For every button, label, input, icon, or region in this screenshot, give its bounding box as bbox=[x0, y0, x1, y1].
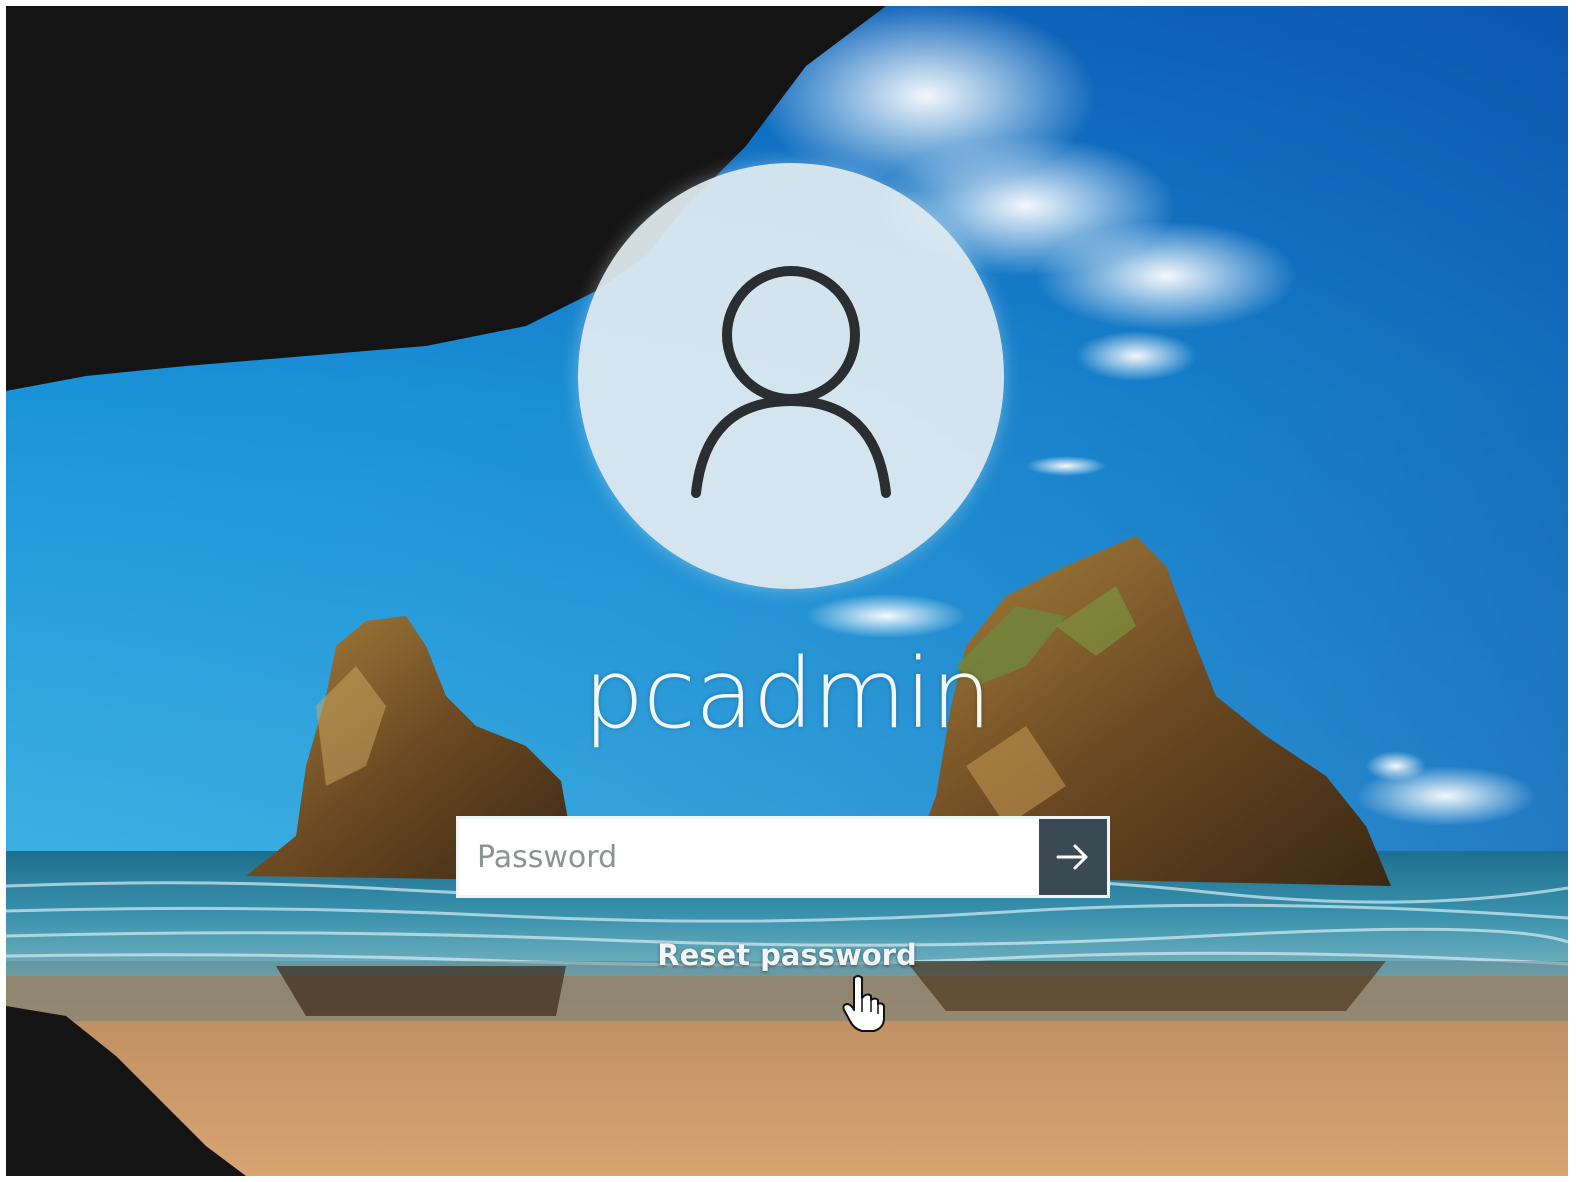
user-avatar bbox=[578, 163, 1004, 589]
lock-screen: pcadmin Reset password bbox=[6, 6, 1568, 1176]
password-field-container bbox=[456, 816, 1110, 898]
reset-password-link[interactable]: Reset password bbox=[6, 938, 1568, 972]
password-input[interactable] bbox=[459, 819, 1039, 895]
submit-button[interactable] bbox=[1039, 819, 1107, 895]
hand-pointer-icon bbox=[842, 975, 885, 1032]
user-silhouette-icon bbox=[691, 266, 891, 498]
username-label: pcadmin bbox=[583, 638, 992, 750]
arrow-right-icon bbox=[1056, 844, 1088, 870]
